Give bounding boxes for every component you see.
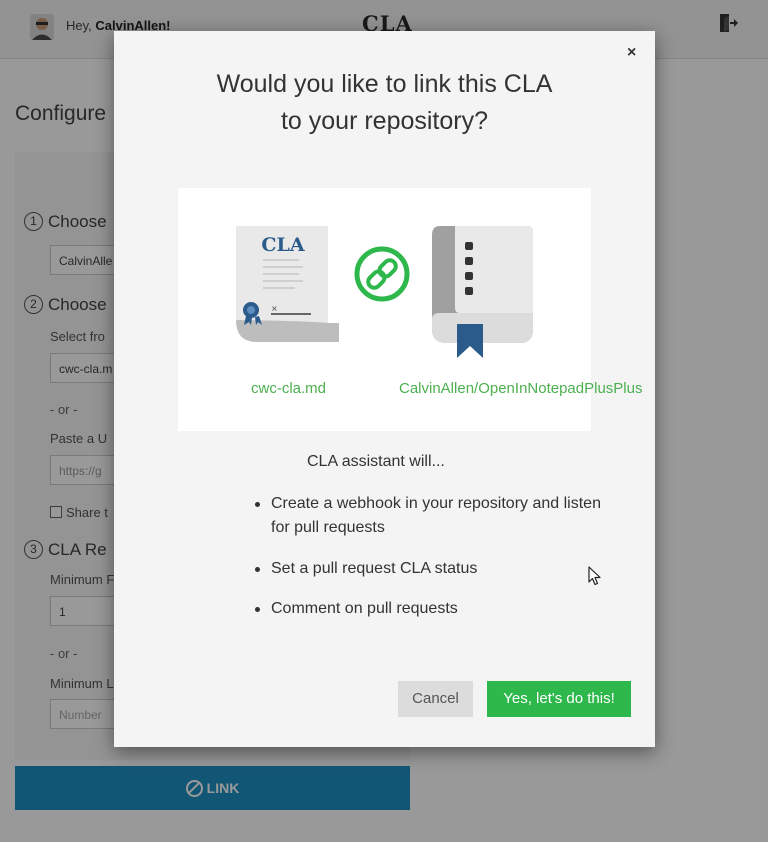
svg-text:×: ×: [271, 304, 278, 313]
assistant-intro: CLA assistant will...: [307, 453, 445, 470]
repository-book-icon: [432, 226, 533, 358]
doc-title: CLA: [261, 234, 304, 256]
cla-document-icon: CLA ×: [236, 226, 339, 342]
mouse-cursor-icon: [588, 566, 601, 586]
cla-file-link[interactable]: cwc-cla.md: [251, 380, 326, 397]
repository-link[interactable]: CalvinAllen/OpenInNotepadPlusPlus: [399, 380, 642, 397]
chain-link-icon: [354, 246, 410, 302]
close-icon[interactable]: ×: [627, 44, 636, 62]
dialog-title: Would you like to link this CLA to your …: [216, 70, 553, 135]
confirm-button[interactable]: Yes, let's do this!: [487, 681, 631, 717]
cancel-button[interactable]: Cancel: [398, 681, 473, 717]
